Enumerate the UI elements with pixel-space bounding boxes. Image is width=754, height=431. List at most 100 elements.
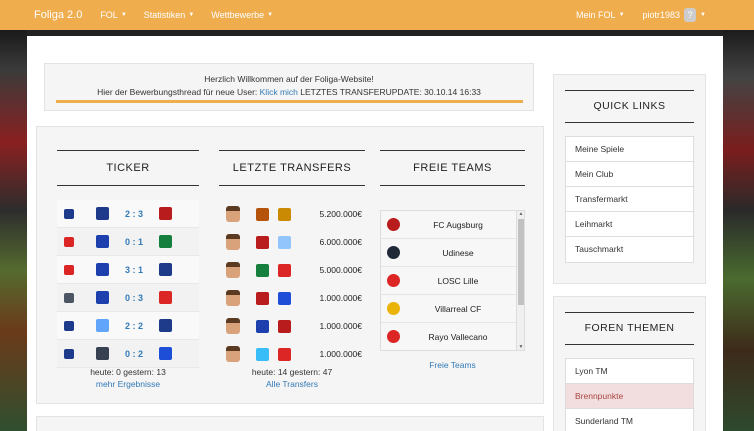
help-icon[interactable]: ? [684, 8, 697, 22]
caret-down-icon[interactable]: ▼ [700, 12, 706, 18]
scrollbar[interactable]: ▲ ▼ [516, 211, 524, 350]
scroll-down-icon[interactable]: ▼ [517, 344, 524, 350]
free-team-name: Udinese [442, 247, 474, 258]
league-badge-icon [64, 348, 74, 359]
to-club-crest-icon [278, 291, 291, 305]
scroll-up-icon[interactable]: ▲ [517, 211, 524, 217]
match-score[interactable]: 2 : 3 [109, 209, 159, 219]
transfer-row[interactable]: 5.000.000€ [219, 256, 365, 284]
player-photo [226, 262, 240, 278]
quick-links-list: Meine Spiele Mein Club Transfermarkt Leihma… [565, 136, 694, 263]
match-score[interactable]: 0 : 3 [109, 293, 159, 303]
from-club-crest-icon [256, 207, 269, 221]
free-teams-summary: Freie Teams [380, 359, 525, 371]
ticker-row[interactable]: 0 : 1 [57, 228, 199, 256]
nav-statistiken-label: Statistiken [143, 10, 186, 20]
away-club-crest-icon [159, 347, 172, 360]
club-crest-icon [387, 302, 400, 315]
transfer-row[interactable]: 1.000.000€ [219, 312, 365, 340]
ticker-row[interactable]: 0 : 2 [57, 340, 199, 368]
forum-thread-item[interactable]: Lyon TM [566, 359, 693, 384]
free-team-item[interactable]: Villarreal CF [381, 295, 516, 323]
transfer-row[interactable]: 5.200.000€ [219, 200, 365, 228]
free-teams-link[interactable]: Freie Teams [429, 360, 476, 370]
ticker-row[interactable]: 2 : 3 [57, 200, 199, 228]
bottom-panel [36, 416, 544, 431]
transfer-fee: 6.000.000€ [319, 237, 362, 247]
quick-link-item[interactable]: Transfermarkt [566, 187, 693, 212]
transfer-row[interactable]: 6.000.000€ [219, 228, 365, 256]
klick-mich-link[interactable]: Klick mich [260, 87, 298, 97]
free-team-name: Rayo Vallecano [428, 331, 488, 342]
all-transfers-link[interactable]: Alle Transfers [266, 379, 318, 389]
background-stadium-left [0, 30, 27, 431]
nav-user[interactable]: piotr1983 [643, 10, 681, 20]
player-photo [226, 290, 240, 306]
transfers-list: 5.200.000€ 6.000.000€ 5.000.000€ 1.000.000€… [219, 200, 365, 368]
nav-statistiken[interactable]: Statistiken ▼ [144, 10, 194, 20]
free-team-item[interactable]: FC Augsburg [381, 211, 516, 239]
nav-mein-fol-label: Mein FOL [576, 10, 616, 20]
quick-link-item[interactable]: Mein Club [566, 162, 693, 187]
transfer-row[interactable]: 1.000.000€ [219, 340, 365, 368]
away-club-crest-icon [159, 291, 172, 304]
navbar-right: Mein FOL ▼ piotr1983 ? ▼ [576, 8, 706, 22]
home-club-crest-icon [96, 263, 109, 276]
player-photo [226, 206, 240, 222]
background-stadium-right [723, 30, 754, 431]
away-club-crest-icon [159, 263, 172, 276]
from-club-crest-icon [256, 319, 269, 333]
username: piotr1983 [642, 10, 681, 20]
free-team-item[interactable]: LOSC Lille [381, 267, 516, 295]
quick-link-item[interactable]: Leihmarkt [566, 212, 693, 237]
away-club-crest-icon [159, 207, 172, 220]
welcome-underline [55, 100, 523, 103]
ticker-summary: heute: 0 gestern: 13 mehr Ergebnisse [57, 366, 199, 390]
to-club-crest-icon [278, 207, 291, 221]
player-photo [226, 346, 240, 362]
overview-panel: TICKER LETZTE TRANSFERS FREIE TEAMS 2 : … [36, 126, 544, 404]
quick-links-title: QUICK LINKS [565, 90, 694, 123]
quick-links-panel: QUICK LINKS Meine Spiele Mein Club Transfe… [553, 74, 706, 284]
home-club-crest-icon [96, 207, 109, 220]
more-results-link[interactable]: mehr Ergebnisse [96, 379, 160, 389]
match-score[interactable]: 0 : 2 [109, 349, 159, 359]
ticker-row[interactable]: 2 : 2 [57, 312, 199, 340]
transfer-row[interactable]: 1.000.000€ [219, 284, 365, 312]
free-teams-title: FREIE TEAMS [380, 150, 525, 186]
forum-thread-item[interactable]: Brennpunkte [566, 384, 693, 409]
league-badge-icon [64, 236, 74, 247]
match-score[interactable]: 0 : 1 [109, 237, 159, 247]
quick-link-item[interactable]: Tauschmarkt [566, 237, 693, 262]
forum-list: Lyon TM Brennpunkte Sunderland TM [565, 358, 694, 431]
away-club-crest-icon [159, 235, 172, 248]
caret-down-icon: ▼ [267, 12, 274, 18]
forum-thread-item[interactable]: Sunderland TM [566, 409, 693, 431]
free-team-item[interactable]: Udinese [381, 239, 516, 267]
welcome-banner: Herzlich Willkommen auf der Foliga-Websi… [44, 63, 534, 111]
match-score[interactable]: 2 : 2 [109, 321, 159, 331]
free-team-item[interactable]: Rayo Vallecano [381, 323, 516, 350]
nav-fol[interactable]: FOL ▼ [100, 10, 126, 20]
home-club-crest-icon [96, 291, 109, 304]
nav-wettbewerbe[interactable]: Wettbewerbe ▼ [211, 10, 273, 20]
free-teams-list[interactable]: FC Augsburg Udinese LOSC Lille Villarreal C… [380, 210, 525, 351]
ticker-row[interactable]: 0 : 3 [57, 284, 199, 312]
player-photo [226, 234, 240, 250]
club-crest-icon [387, 274, 400, 287]
home-club-crest-icon [96, 319, 109, 332]
home-club-crest-icon [96, 347, 109, 360]
nav-mein-fol[interactable]: Mein FOL ▼ [576, 10, 624, 20]
brand-logo[interactable]: Foliga 2.0 [34, 9, 82, 21]
quick-link-item[interactable]: Meine Spiele [566, 137, 693, 162]
transfer-fee: 1.000.000€ [319, 293, 362, 303]
caret-down-icon: ▼ [120, 12, 127, 18]
to-club-crest-icon [278, 319, 291, 333]
scrollbar-thumb[interactable] [518, 219, 524, 305]
transfers-summary: heute: 14 gestern: 47 Alle Transfers [219, 366, 365, 390]
transfer-fee: 1.000.000€ [319, 321, 362, 331]
match-score[interactable]: 3 : 1 [109, 265, 159, 275]
ticker-row[interactable]: 3 : 1 [57, 256, 199, 284]
free-team-name: LOSC Lille [437, 275, 479, 286]
ticker-title: TICKER [57, 150, 199, 186]
